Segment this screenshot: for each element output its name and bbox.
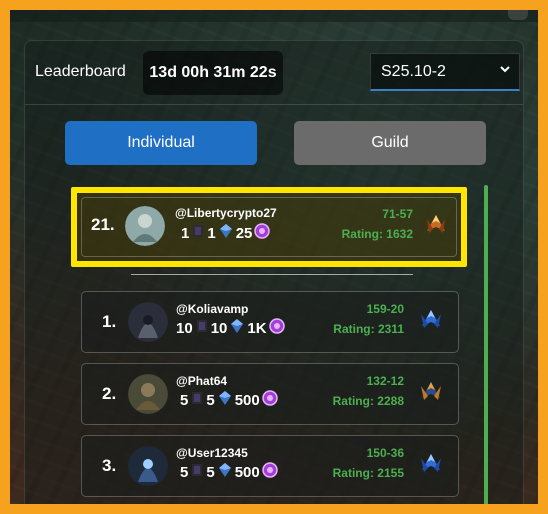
purple-coin-icon xyxy=(254,223,271,243)
stat-gems: 5 xyxy=(206,391,215,409)
stat-coins: 25 xyxy=(235,224,253,242)
gem-stack-icon xyxy=(217,390,233,410)
leaderboard-frame: Leaderboard 13d 00h 31m 22s S25.10-2 Ind… xyxy=(10,10,538,504)
win-loss-record: 159-20 xyxy=(366,302,404,316)
leaderboard-row[interactable]: 2. @Phat64 5 5 500 132-12 Rating: 2288 xyxy=(81,363,459,425)
stat-cards: 5 xyxy=(180,463,189,481)
leaderboard-row[interactable]: 3. @User12345 5 5 500 150-36 Rating: 215… xyxy=(81,435,459,497)
player-rating: Rating: 1632 xyxy=(341,227,413,241)
rank-number: 2. xyxy=(102,384,117,403)
tab-individual[interactable]: Individual xyxy=(65,121,257,165)
leaderboard-row[interactable]: 1. @Koliavamp 10 10 1K 159-20 Rating: 23… xyxy=(81,291,459,353)
player-stats: 1 1 25 xyxy=(181,223,271,243)
stat-gems: 5 xyxy=(206,463,215,481)
gem-stack-icon xyxy=(218,223,234,243)
player-handle: @Libertycrypto27 xyxy=(175,206,277,220)
gem-stack-icon xyxy=(217,462,233,482)
stat-coins: 500 xyxy=(234,391,260,409)
purple-coin-icon xyxy=(268,318,285,338)
win-loss-record: 150-36 xyxy=(366,446,404,460)
stat-cards: 10 xyxy=(176,319,193,337)
card-pack-icon xyxy=(190,390,204,410)
season-select[interactable]: S25.10-2 xyxy=(370,53,520,91)
win-loss-record: 132-12 xyxy=(366,374,404,388)
player-rating: Rating: 2155 xyxy=(332,466,404,480)
avatar xyxy=(128,302,168,342)
purple-coin-icon xyxy=(261,462,278,482)
corner-tab[interactable] xyxy=(508,10,528,20)
purple-coin-icon xyxy=(261,390,278,410)
rank-number: 3. xyxy=(102,456,117,475)
player-handle: @Phat64 xyxy=(176,374,228,388)
player-rating: Rating: 2288 xyxy=(332,394,404,408)
gem-stack-icon xyxy=(229,318,245,338)
rank-badge-icon xyxy=(416,378,446,408)
current-user-row[interactable]: 21. @Libertycrypto27 1 1 25 71-57 Rating… xyxy=(71,187,467,267)
stat-gems: 1 xyxy=(207,224,216,242)
rank-number: 1. xyxy=(102,312,117,331)
rank-number: 21. xyxy=(91,215,115,234)
avatar xyxy=(128,374,168,414)
page-title: Leaderboard xyxy=(35,63,126,80)
top-edge xyxy=(10,10,538,22)
stat-cards: 5 xyxy=(180,391,189,409)
card-pack-icon xyxy=(195,318,209,338)
rank-badge-icon xyxy=(416,306,446,336)
scrollbar[interactable] xyxy=(484,185,488,504)
leaderboard-header: Leaderboard 13d 00h 31m 22s S25.10-2 xyxy=(25,41,523,105)
stat-gems: 10 xyxy=(210,319,228,337)
win-loss-record: 71-57 xyxy=(382,207,413,221)
player-stats: 5 5 500 xyxy=(180,462,278,482)
player-stats: 5 5 500 xyxy=(180,390,278,410)
tab-guild[interactable]: Guild xyxy=(294,121,486,165)
card-pack-icon xyxy=(190,462,204,482)
rank-badge-icon xyxy=(421,211,451,241)
player-handle: @User12345 xyxy=(176,446,248,460)
player-handle: @Koliavamp xyxy=(176,302,249,316)
countdown-timer: 13d 00h 31m 22s xyxy=(143,51,283,95)
divider xyxy=(131,274,413,275)
stat-coins: 500 xyxy=(234,463,260,481)
player-stats: 10 10 1K xyxy=(176,318,285,338)
leaderboard-panel: Leaderboard 13d 00h 31m 22s S25.10-2 Ind… xyxy=(24,40,524,504)
rank-badge-icon xyxy=(416,450,446,480)
season-select-value: S25.10-2 xyxy=(381,62,446,80)
stat-coins: 1K xyxy=(247,319,267,337)
avatar xyxy=(125,206,165,246)
avatar xyxy=(128,446,168,486)
chevron-down-icon xyxy=(499,63,511,78)
stat-cards: 1 xyxy=(181,224,190,242)
card-pack-icon xyxy=(191,223,205,243)
player-rating: Rating: 2311 xyxy=(333,322,404,336)
